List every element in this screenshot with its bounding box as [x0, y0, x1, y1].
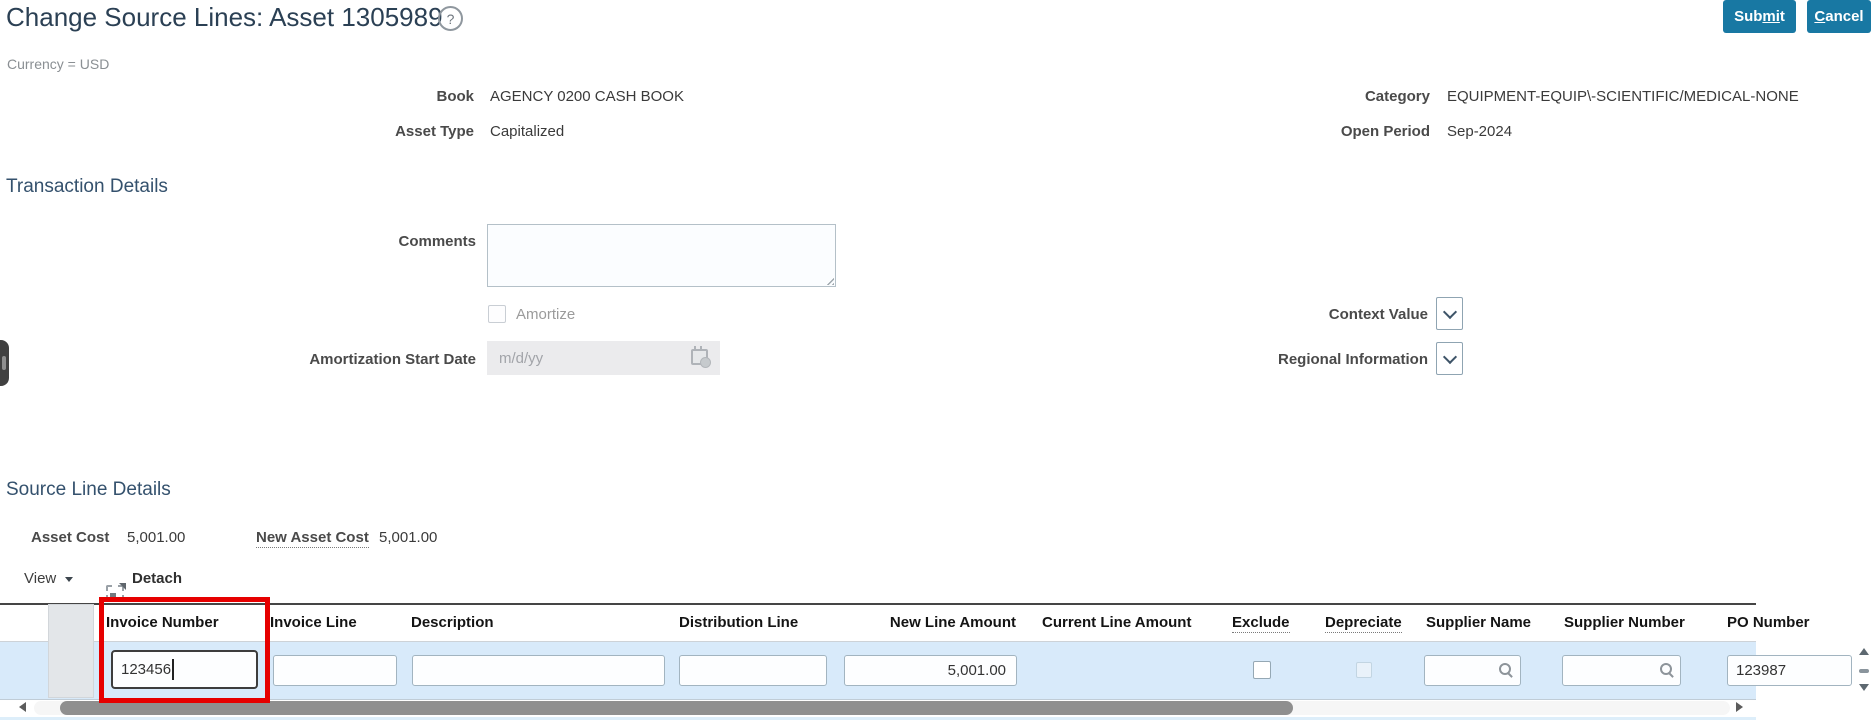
book-label: Book [436, 88, 475, 105]
scroll-left-icon[interactable] [19, 702, 26, 712]
submit-label-accel: mi [1762, 8, 1780, 25]
chevron-down-icon [1442, 349, 1457, 364]
vertical-scroll-thumb[interactable] [1859, 669, 1869, 673]
book-value: AGENCY 0200 CASH BOOK [490, 88, 684, 105]
regional-information-select[interactable] [1436, 342, 1463, 375]
chevron-down-icon [1442, 304, 1457, 319]
change-source-lines-page: Change Source Lines: Asset 1305989 ? Sub… [0, 0, 1875, 720]
col-header-distribution-line: Distribution Line [679, 614, 799, 631]
description-input[interactable] [412, 655, 665, 686]
amortize-label: Amortize [516, 306, 576, 323]
left-panel-handle[interactable] [0, 340, 9, 386]
asset-cost-value: 5,001.00 [127, 529, 186, 546]
page-title: Change Source Lines: Asset 1305989 [6, 2, 443, 32]
transaction-details-heading: Transaction Details [6, 176, 168, 197]
col-header-invoice-line: Invoice Line [270, 614, 357, 631]
submit-button[interactable]: Sub mi t [1723, 0, 1796, 33]
col-header-po-number: PO Number [1727, 614, 1810, 631]
view-menu-caret-icon[interactable] [65, 577, 73, 582]
asset-type-value: Capitalized [490, 123, 565, 140]
table-header-row: Invoice Number Invoice Line Description … [0, 603, 1810, 642]
help-glyph: ? [446, 10, 455, 27]
category-value: EQUIPMENT-EQUIP\-SCIENTIFIC/MEDICAL-NONE [1447, 88, 1799, 105]
help-icon[interactable]: ? [438, 6, 463, 31]
depreciate-checkbox [1356, 662, 1372, 678]
amortization-start-date-input [487, 341, 720, 375]
scroll-right-icon[interactable] [1736, 702, 1743, 712]
comments-label: Comments [398, 233, 476, 250]
category-label: Category [1364, 88, 1430, 105]
asset-cost-label: Asset Cost [31, 529, 110, 546]
col-header-current-line-amount: Current Line Amount [1042, 614, 1192, 631]
detach-button[interactable]: Detach [132, 570, 182, 587]
open-period-label: Open Period [1340, 123, 1430, 140]
distribution-line-input[interactable] [679, 655, 827, 686]
po-number-input[interactable] [1727, 655, 1852, 686]
cancel-label-post: ancel [1825, 8, 1864, 25]
new-asset-cost-value: 5,001.00 [379, 529, 438, 546]
horizontal-scroll-thumb[interactable] [60, 701, 1293, 715]
amortize-checkbox [488, 305, 506, 323]
view-menu-button[interactable]: View [24, 570, 56, 587]
cancel-button[interactable]: Cancel [1807, 0, 1871, 33]
scroll-down-icon[interactable] [1859, 684, 1869, 691]
comments-textarea[interactable] [487, 224, 836, 287]
invoice-line-input[interactable] [273, 655, 397, 686]
context-value-label: Context Value [1328, 306, 1428, 323]
amortization-start-date-label: Amortization Start Date [309, 351, 476, 368]
text-caret [172, 659, 174, 680]
supplier-name-search-icon[interactable] [1498, 662, 1514, 678]
calendar-clock-icon [691, 346, 711, 368]
source-line-details-heading: Source Line Details [6, 479, 171, 500]
col-header-invoice-number: Invoice Number [106, 614, 219, 631]
invoice-number-input[interactable] [111, 650, 258, 689]
col-header-depreciate: Depreciate [1325, 614, 1402, 633]
cancel-label-accel: C [1814, 8, 1826, 25]
asset-type-label: Asset Type [395, 123, 474, 140]
vertical-scrollbar[interactable] [1856, 646, 1873, 700]
submit-label-pre: Sub [1734, 8, 1763, 25]
supplier-number-search-icon[interactable] [1659, 662, 1675, 678]
row-header-cell[interactable] [48, 604, 94, 698]
horizontal-scrollbar[interactable] [0, 700, 1756, 717]
new-asset-cost-label: New Asset Cost [256, 529, 369, 548]
detach-icon[interactable] [106, 583, 126, 601]
col-header-exclude: Exclude [1232, 614, 1290, 633]
context-value-select[interactable] [1436, 297, 1463, 330]
col-header-supplier-number: Supplier Number [1564, 614, 1685, 631]
scroll-up-icon[interactable] [1859, 648, 1869, 655]
handle-grip-icon [2, 356, 6, 370]
col-header-supplier-name: Supplier Name [1426, 614, 1532, 631]
col-header-new-line-amount: New Line Amount [889, 614, 1016, 631]
new-line-amount-input[interactable] [844, 655, 1017, 686]
regional-information-label: Regional Information [1278, 351, 1428, 368]
currency-note: Currency = USD [7, 56, 110, 72]
col-header-description: Description [411, 614, 494, 631]
exclude-checkbox[interactable] [1253, 661, 1271, 679]
open-period-value: Sep-2024 [1447, 123, 1513, 140]
submit-label-post: t [1779, 8, 1785, 25]
